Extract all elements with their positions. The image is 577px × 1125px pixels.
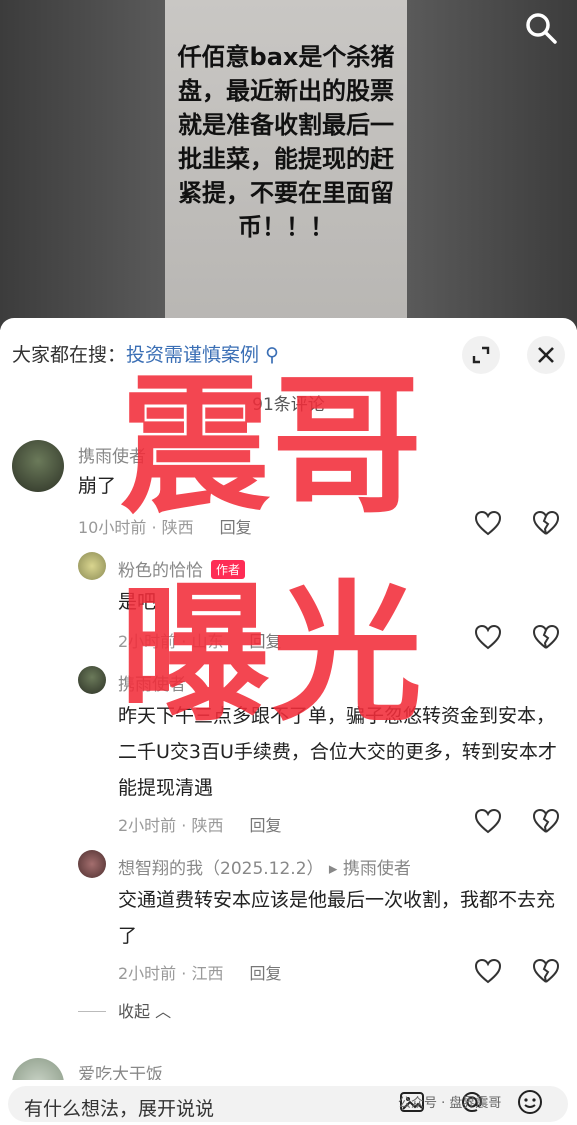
dislike-button[interactable] [532,808,560,834]
reply-arrow-icon: ▸ [323,859,343,879]
chevron-up-icon: ︿ [150,1002,172,1021]
broken-heart-icon [532,808,560,833]
search-icon [526,13,557,44]
comment-username-text[interactable]: 想智翔的我（2025.12.2） [118,859,324,879]
heart-icon [474,958,502,984]
broken-heart-icon [532,624,560,649]
like-button[interactable] [474,510,502,536]
close-icon [538,347,554,363]
close-button[interactable] [527,336,565,374]
comment-input-placeholder: 有什么想法，展开说说 [24,1098,215,1120]
video-player[interactable]: 仟佰意bax是个杀猪盘，最近新出的股票就是准备收割最后一批韭菜，能提现的赶紧提，… [0,0,577,330]
comment-meta: 2小时前 · 江西 回复 [118,960,281,984]
avatar[interactable] [78,552,106,580]
reply-to-username[interactable]: 携雨使者 [343,859,411,879]
avatar[interactable] [78,666,106,694]
collapse-label: 收起 [118,1002,151,1021]
search-button[interactable] [523,10,559,46]
avatar[interactable] [12,440,64,492]
like-button[interactable] [474,624,502,650]
like-button[interactable] [474,808,502,834]
overlay-title-line1: 震哥 [120,360,425,534]
dislike-button[interactable] [532,958,560,984]
watermark: 公众号 · 盘界震哥 [398,1096,502,1111]
collapse-replies-button[interactable]: 收起 ︿ [78,998,171,1022]
divider [78,1011,106,1012]
comment-text: 交通道费转安本应该是他最后一次收割，我都不去充了 [118,889,556,947]
comment-username[interactable]: 想智翔的我（2025.12.2） ▸ 携雨使者 [118,854,411,879]
dislike-button[interactable] [532,510,560,536]
emoji-icon [518,1090,542,1114]
broken-heart-icon [532,958,560,983]
expand-button[interactable] [462,336,500,374]
video-background-right [407,0,577,330]
expand-icon [472,346,490,364]
search-suggestion-prefix: 大家都在搜： [12,344,127,366]
comment-time-location: 2小时前 · 江西 [118,964,224,983]
heart-icon [474,808,502,834]
reply-button[interactable]: 回复 [249,816,281,835]
emoji-button[interactable] [516,1088,544,1116]
video-background-left [0,0,165,330]
video-caption-text: 仟佰意bax是个杀猪盘，最近新出的股票就是准备收割最后一批韭菜，能提现的赶紧提，… [177,43,395,241]
like-button[interactable] [474,958,502,984]
heart-icon [474,624,502,650]
dislike-button[interactable] [532,624,560,650]
broken-heart-icon [532,510,560,535]
overlay-title-line2: 曝光 [120,568,425,742]
avatar[interactable] [78,850,106,878]
comment-meta: 2小时前 · 陕西 回复 [118,812,281,836]
comment-text: 崩了 [78,475,117,497]
comment-time-location: 2小时前 · 陕西 [118,816,224,835]
heart-icon [474,510,502,536]
reply-button[interactable]: 回复 [249,964,281,983]
